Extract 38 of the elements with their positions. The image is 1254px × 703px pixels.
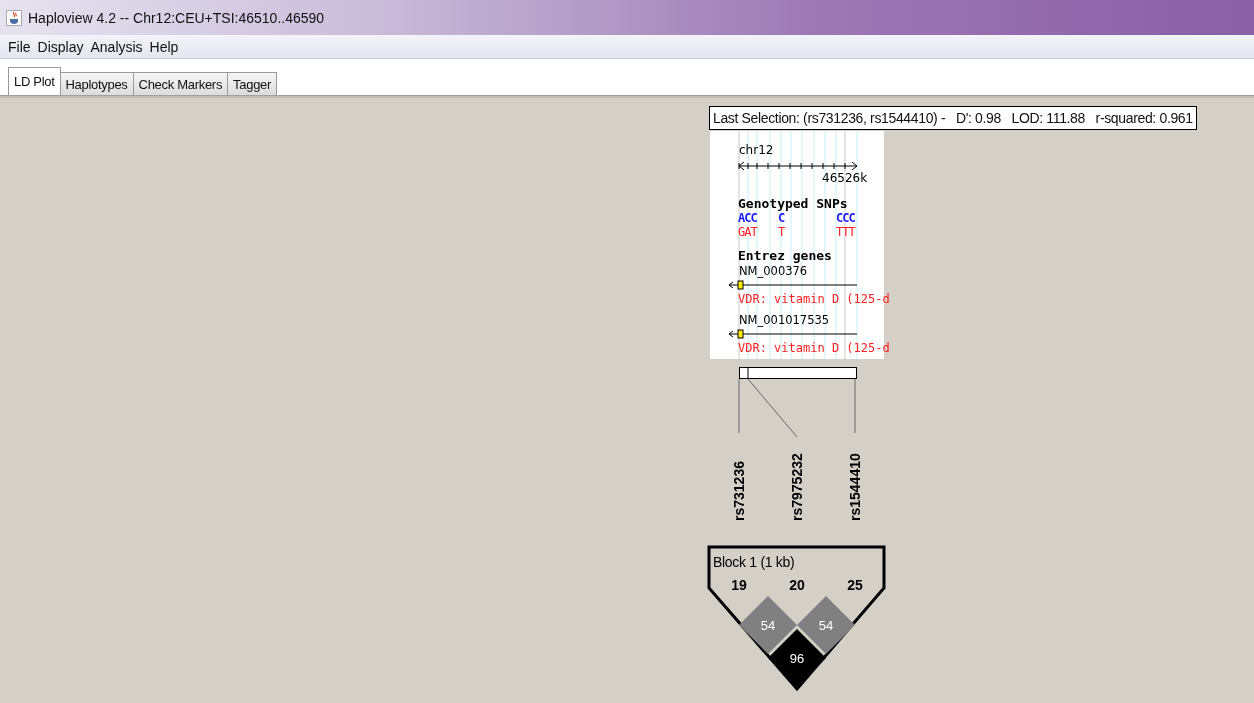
allele-label: TTT bbox=[836, 225, 855, 239]
gene-id: NM_001017535 bbox=[739, 313, 830, 327]
gene-label: VDR: vitamin D (125-d bbox=[738, 341, 890, 355]
marker-number: 19 bbox=[731, 577, 747, 593]
block-title: Block 1 (1 kb) bbox=[713, 554, 795, 570]
section-title: Entrez genes bbox=[738, 248, 832, 263]
leader-line bbox=[738, 378, 740, 434]
allele-label: CCC bbox=[836, 211, 855, 225]
gene-id: NM_000376 bbox=[739, 264, 808, 278]
scale-label: 46526k bbox=[822, 171, 868, 185]
tab[interactable]: Tagger bbox=[227, 72, 278, 95]
ld-value: 96 bbox=[789, 651, 805, 666]
menu-item[interactable]: File bbox=[8, 38, 31, 55]
ld-value: 54 bbox=[760, 618, 776, 633]
allele-label: ACC bbox=[738, 211, 757, 225]
tab[interactable]: Check Markers bbox=[132, 72, 229, 95]
window-title: Haploview 4.2 -- Chr12:CEU+TSI:46510..46590 bbox=[28, 9, 325, 26]
leader-line bbox=[747, 378, 798, 438]
allele-label: GAT bbox=[738, 225, 757, 239]
gene-label: VDR: vitamin D (125-d bbox=[738, 292, 890, 306]
leader-line bbox=[854, 378, 856, 434]
tab[interactable]: Haplotypes bbox=[59, 72, 134, 95]
marker-number: 20 bbox=[789, 577, 805, 593]
menu-item[interactable]: Analysis bbox=[90, 38, 143, 55]
allele-label: C bbox=[778, 211, 785, 225]
marker-name: rs1544410 bbox=[847, 453, 863, 521]
chromosome-label: chr12 bbox=[739, 143, 774, 157]
marker-name: rs731236 bbox=[731, 461, 747, 521]
java-cup-icon bbox=[6, 9, 22, 26]
ld-value: 54 bbox=[818, 618, 834, 633]
selection-info: Last Selection: (rs731236, rs1544410) - D': 0.98 LOD: 111.88 r-squared: 0.961 bbox=[709, 106, 1197, 130]
marker-name: rs7975232 bbox=[789, 453, 805, 521]
menu-item[interactable]: Help bbox=[149, 38, 179, 55]
menu-item[interactable]: Display bbox=[37, 38, 84, 55]
tab[interactable]: LD Plot bbox=[8, 67, 61, 95]
section-title: Genotyped SNPs bbox=[738, 196, 848, 211]
marker-number: 25 bbox=[847, 577, 863, 593]
allele-label: T bbox=[778, 225, 785, 239]
